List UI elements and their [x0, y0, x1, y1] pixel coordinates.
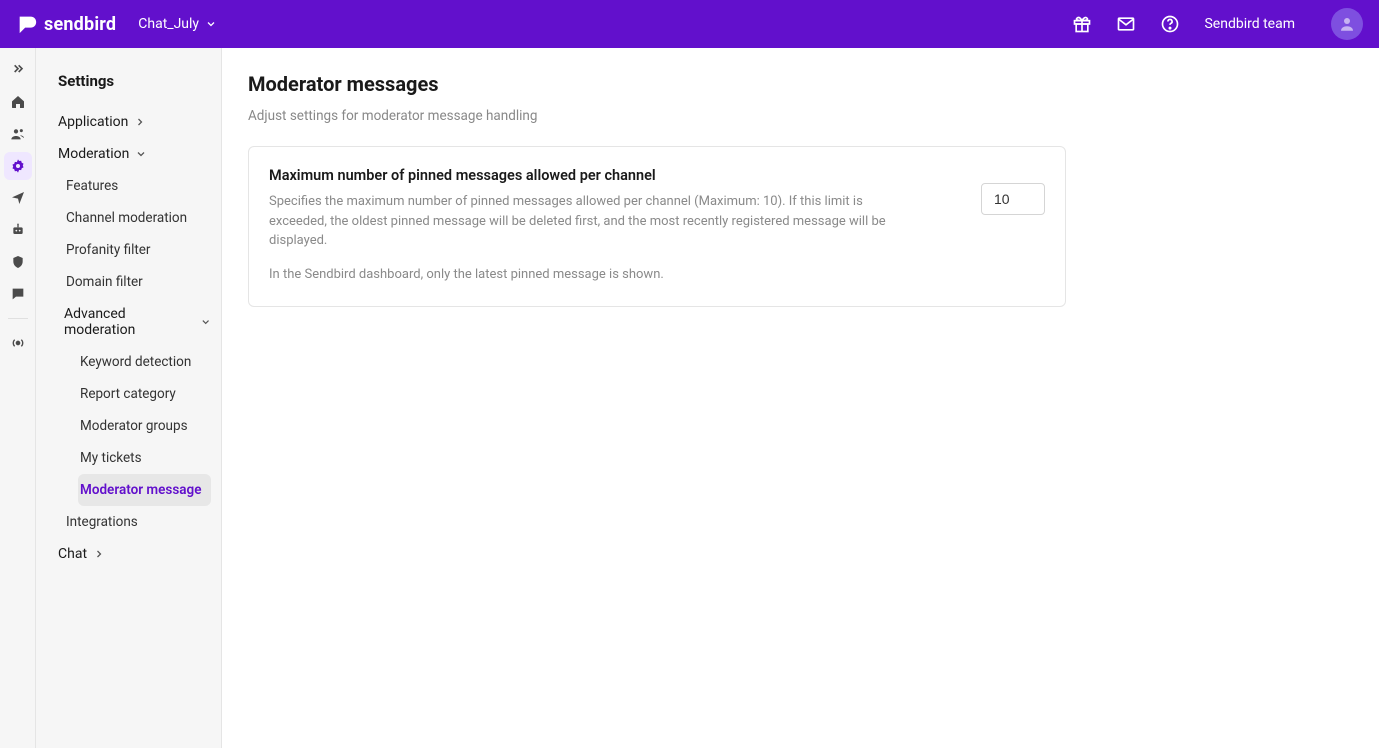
page-title: Moderator messages	[248, 72, 1353, 96]
sidebar-group-label: Moderation	[58, 146, 129, 162]
rail-settings-icon[interactable]	[4, 152, 32, 180]
brand[interactable]: sendbird	[16, 13, 116, 35]
sidebar-item-moderator-message[interactable]: Moderator message	[78, 474, 211, 506]
rail-send-icon[interactable]	[4, 184, 32, 212]
rail-shield-icon[interactable]	[4, 248, 32, 276]
chevron-down-icon	[200, 316, 211, 328]
sidebar-group-application[interactable]: Application	[58, 106, 211, 138]
avatar[interactable]	[1331, 8, 1363, 40]
chevron-down-icon	[135, 148, 147, 160]
app-name-label: Chat_July	[138, 16, 199, 32]
card-title: Maximum number of pinned messages allowe…	[269, 167, 921, 184]
main-content: Moderator messages Adjust settings for m…	[222, 48, 1379, 748]
rail-bot-icon[interactable]	[4, 216, 32, 244]
rail-separator	[8, 318, 28, 319]
help-icon[interactable]	[1160, 14, 1180, 34]
sidebar-item-advanced-moderation[interactable]: Advanced moderation	[64, 298, 211, 346]
rail-broadcast-icon[interactable]	[4, 329, 32, 357]
chevron-right-icon	[93, 548, 105, 560]
nav-rail	[0, 48, 36, 748]
user-icon	[1338, 15, 1356, 33]
header-actions: Sendbird team	[1072, 8, 1363, 40]
chevron-down-icon	[205, 18, 217, 30]
app-header: sendbird Chat_July Sendbird team	[0, 0, 1379, 48]
sidebar-item-channel-moderation[interactable]: Channel moderation	[64, 202, 211, 234]
sidebar-group-label: Chat	[58, 546, 87, 562]
sidebar-item-my-tickets[interactable]: My tickets	[78, 442, 211, 474]
sidebar-group-label: Application	[58, 114, 128, 130]
rail-expand-icon[interactable]	[4, 56, 32, 84]
sidebar-title: Settings	[58, 72, 211, 90]
sidebar-item-domain-filter[interactable]: Domain filter	[64, 266, 211, 298]
sidebar-item-moderator-groups[interactable]: Moderator groups	[78, 410, 211, 442]
mail-icon[interactable]	[1116, 14, 1136, 34]
card-note: In the Sendbird dashboard, only the late…	[269, 265, 921, 285]
brand-text: sendbird	[44, 14, 116, 35]
gift-icon[interactable]	[1072, 14, 1092, 34]
sidebar-moderation-list: Features Channel moderation Profanity fi…	[58, 170, 211, 538]
page-subtitle: Adjust settings for moderator message ha…	[248, 108, 1353, 124]
card-description: Specifies the maximum number of pinned m…	[269, 192, 921, 251]
rail-users-icon[interactable]	[4, 120, 32, 148]
sidebar-item-keyword-detection[interactable]: Keyword detection	[78, 346, 211, 378]
team-label: Sendbird team	[1204, 16, 1295, 32]
sendbird-logo-icon	[16, 13, 38, 35]
sidebar-item-integrations[interactable]: Integrations	[64, 506, 211, 538]
sidebar-group-moderation[interactable]: Moderation	[58, 138, 211, 170]
sidebar-item-report-category[interactable]: Report category	[78, 378, 211, 410]
app-switcher[interactable]: Chat_July	[138, 16, 217, 32]
settings-sidebar: Settings Application Moderation Features…	[36, 48, 222, 748]
chevron-right-icon	[134, 116, 146, 128]
pinned-messages-card: Maximum number of pinned messages allowe…	[248, 146, 1066, 307]
sidebar-item-features[interactable]: Features	[64, 170, 211, 202]
sidebar-advanced-list: Keyword detection Report category Modera…	[64, 346, 211, 506]
sidebar-item-label: Advanced moderation	[64, 306, 194, 338]
rail-chat-icon[interactable]	[4, 280, 32, 308]
rail-home-icon[interactable]	[4, 88, 32, 116]
sidebar-item-profanity-filter[interactable]: Profanity filter	[64, 234, 211, 266]
pinned-max-input[interactable]	[981, 183, 1045, 215]
sidebar-group-chat[interactable]: Chat	[58, 538, 211, 570]
